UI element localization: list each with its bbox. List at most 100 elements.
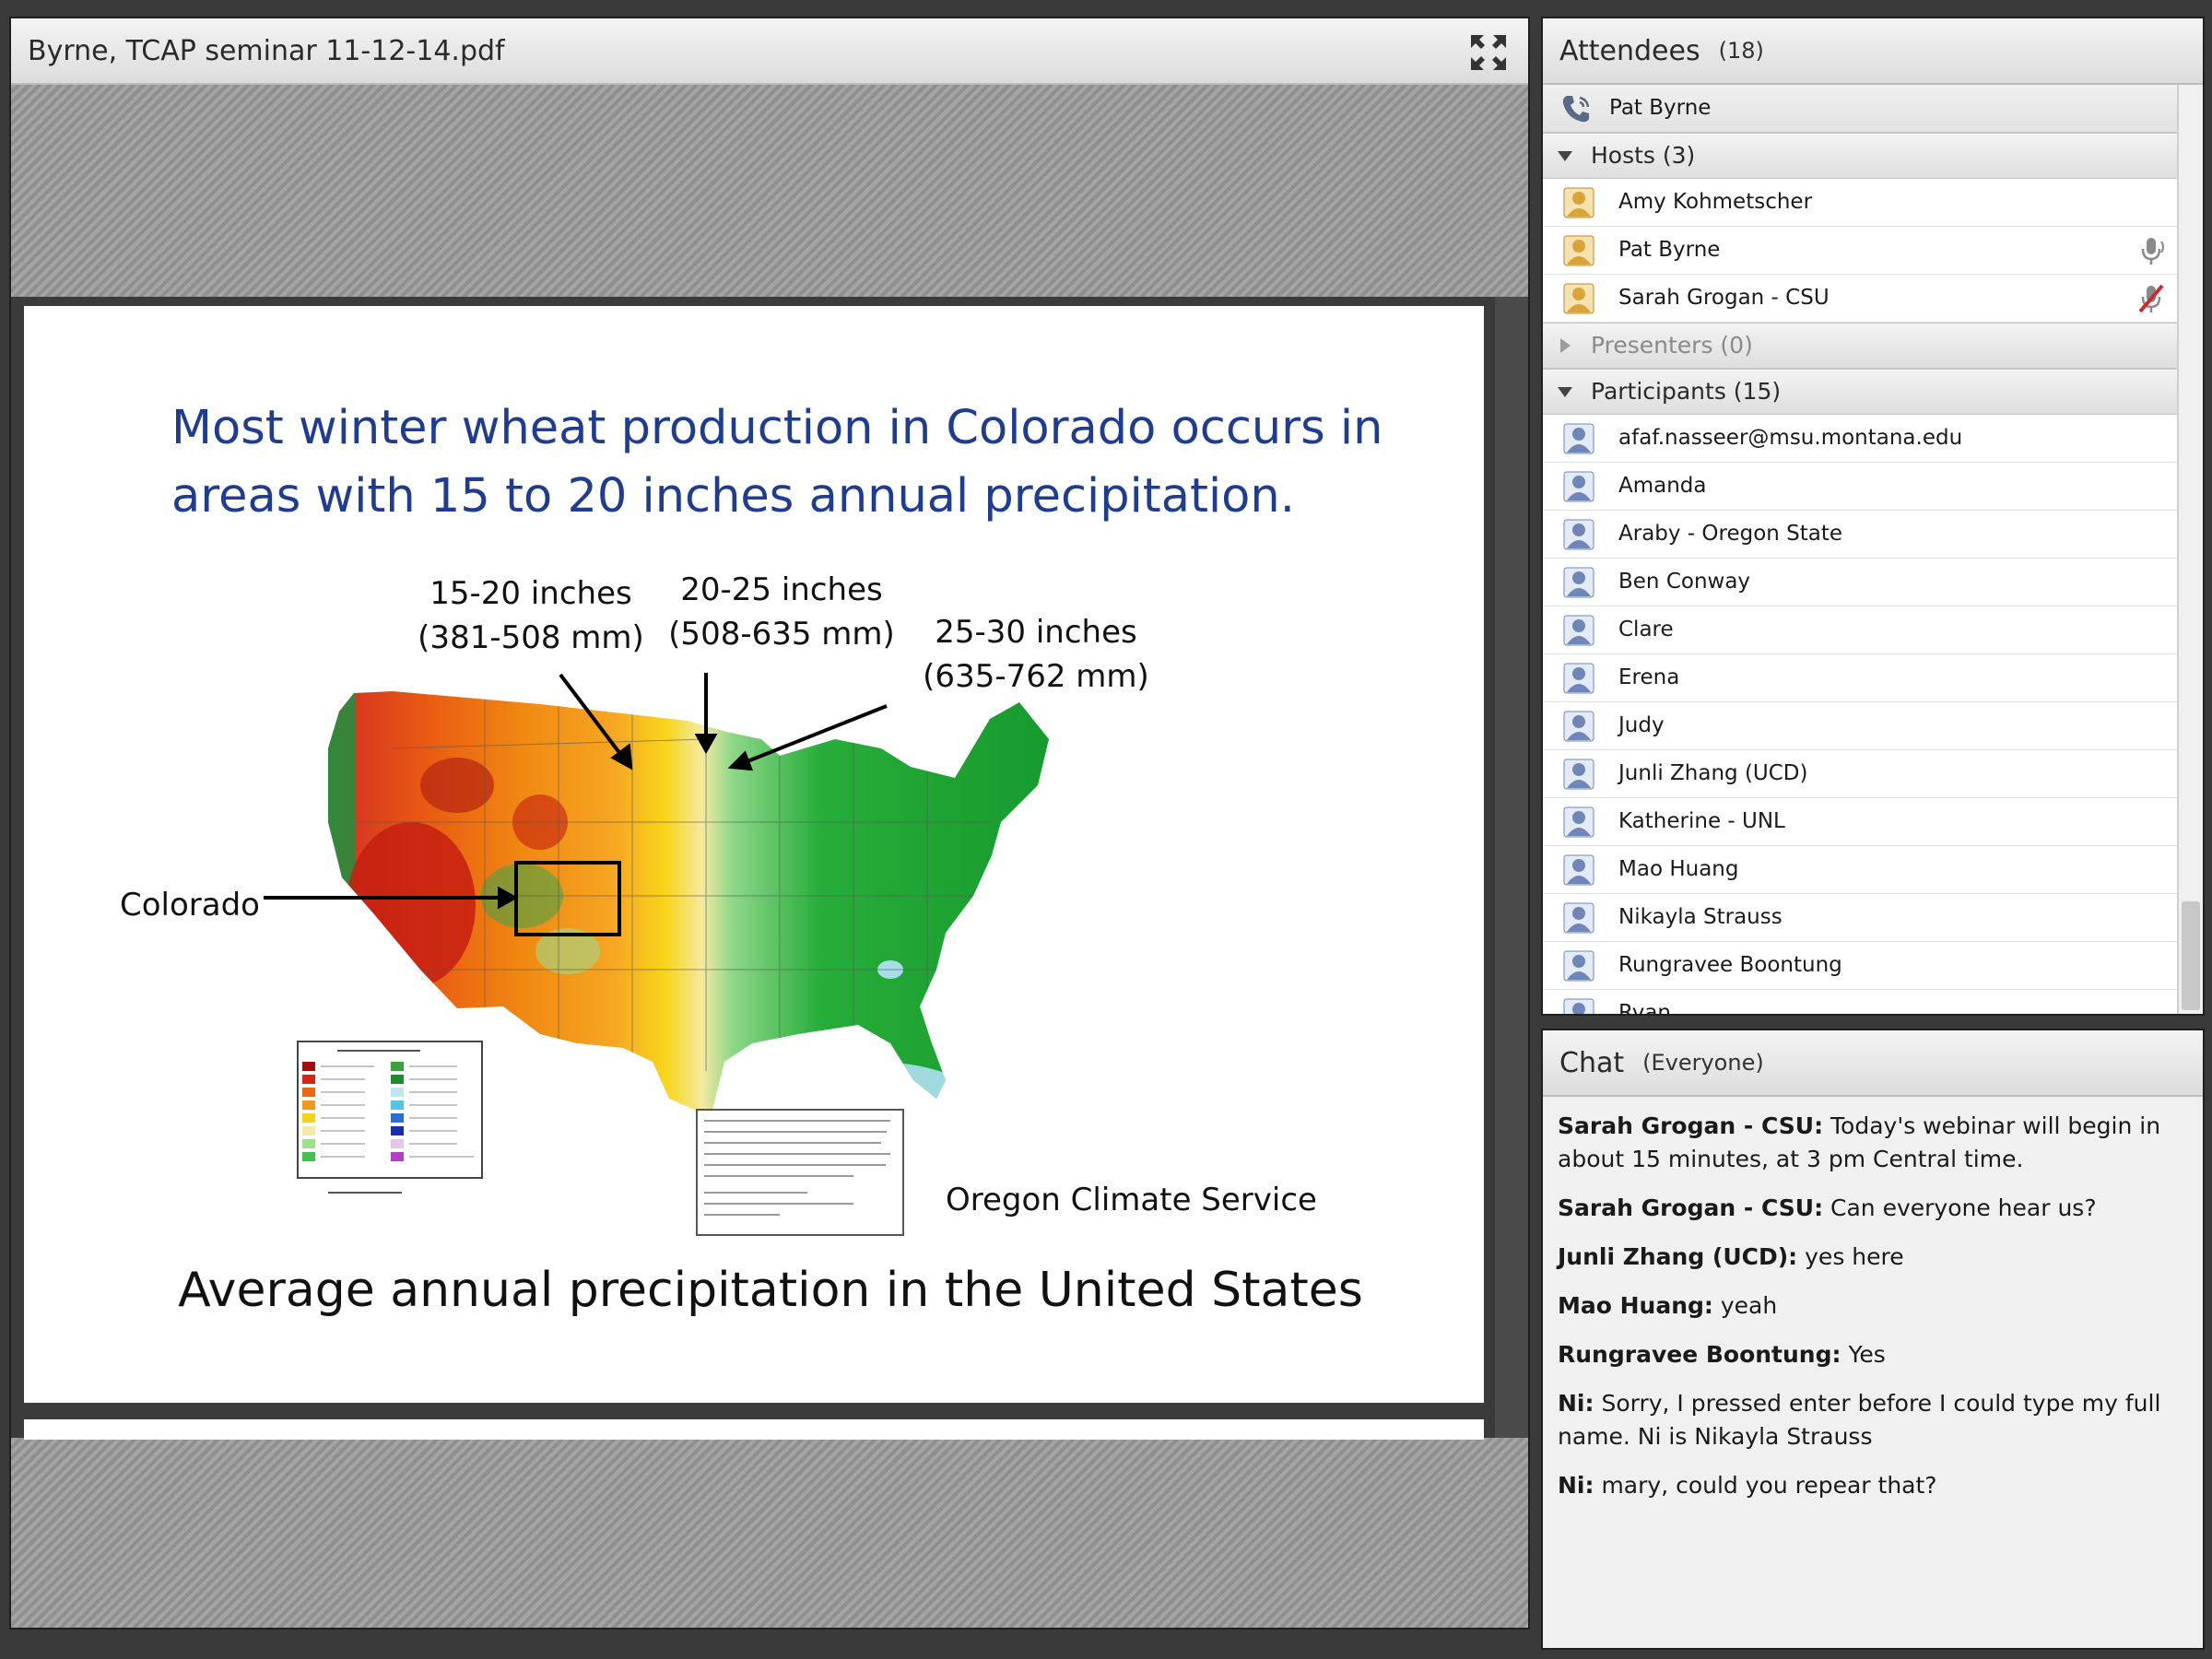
attendee-row[interactable]: Katherine - UNL <box>1543 798 2177 846</box>
attendee-row[interactable]: Amanda <box>1543 463 2177 511</box>
chat-sender: Sarah Grogan - CSU: <box>1558 1112 1824 1139</box>
chat-scope[interactable]: (Everyone) <box>1642 1050 1764 1076</box>
attendee-name: Araby - Oregon State <box>1618 522 1843 546</box>
attendee-name: afaf.nasseer@msu.montana.edu <box>1618 426 1963 450</box>
attendee-row[interactable]: Mao Huang <box>1543 846 2177 894</box>
chat-sender: Ni: <box>1558 1390 1594 1417</box>
methodology-note <box>696 1109 904 1236</box>
participant-avatar-icon <box>1563 806 1594 838</box>
attendee-name: Erena <box>1618 665 1680 689</box>
microphone-muted-icon <box>2138 284 2164 313</box>
expand-triangle-icon[interactable] <box>1556 382 1574 401</box>
attendee-name: Clare <box>1618 618 1674 641</box>
participant-avatar-icon <box>1563 567 1594 598</box>
attendee-row[interactable]: Ben Conway <box>1543 559 2177 606</box>
attendee-row[interactable]: Rungravee Boontung <box>1543 942 2177 990</box>
participant-avatar-icon <box>1563 711 1594 742</box>
chat-sender: Junli Zhang (UCD): <box>1558 1243 1798 1270</box>
participant-avatar-icon <box>1563 519 1594 550</box>
chat-sender: Rungravee Boontung: <box>1558 1341 1841 1368</box>
attendee-name: Pat Byrne <box>1618 238 1721 262</box>
chat-title: Chat <box>1559 1046 1625 1079</box>
chat-text: Sorry, I pressed enter before I could ty… <box>1558 1390 2161 1450</box>
attendee-name: Amy Kohmetscher <box>1618 190 1813 214</box>
attendee-name: Rungravee Boontung <box>1618 953 1842 977</box>
participant-avatar-icon <box>1563 902 1594 934</box>
scrollbar-thumb[interactable] <box>2182 901 2200 1010</box>
participant-avatar-icon <box>1563 950 1594 982</box>
attendees-pod-header: Attendees (18) <box>1543 18 2203 85</box>
my-name: Pat Byrne <box>1609 96 1712 120</box>
attendee-row[interactable]: Araby - Oregon State <box>1543 511 2177 559</box>
chat-text: mary, could you repear that? <box>1601 1472 1937 1499</box>
fullscreen-icon[interactable] <box>1469 33 1508 72</box>
chat-sender: Mao Huang: <box>1558 1292 1713 1319</box>
attendee-row[interactable]: Nikayla Strauss <box>1543 894 2177 942</box>
host-avatar-icon <box>1563 283 1594 314</box>
map-credit: Oregon Climate Service <box>946 1182 1317 1218</box>
attendee-name: Nikayla Strauss <box>1618 905 1783 929</box>
group-label: Hosts (3) <box>1591 142 1696 169</box>
chat-message: Mao Huang: yeah <box>1558 1289 2188 1323</box>
attendee-list: Pat Byrne Hosts (3) Amy Kohmetscher Pat … <box>1543 85 2177 1014</box>
share-pod-header: Byrne, TCAP seminar 11-12-14.pdf <box>11 18 1528 85</box>
attendee-name: Ben Conway <box>1618 570 1751 594</box>
group-participants[interactable]: Participants (15) <box>1543 369 2177 415</box>
participant-avatar-icon <box>1563 854 1594 886</box>
map-legend <box>297 1041 483 1194</box>
chat-message: Sarah Grogan - CSU: Can everyone hear us… <box>1558 1192 2188 1225</box>
next-slide-edge <box>24 1419 1484 1440</box>
slide-caption: Average annual precipitation in the Unit… <box>178 1263 1363 1318</box>
attendee-row[interactable]: Judy <box>1543 702 2177 750</box>
group-hosts[interactable]: Hosts (3) <box>1543 133 2177 179</box>
my-status-row[interactable]: Pat Byrne <box>1543 85 2177 133</box>
chat-message: Ni: mary, could you repear that? <box>1558 1469 2188 1502</box>
chat-pod-header: Chat (Everyone) <box>1543 1030 2203 1097</box>
chat-message: Rungravee Boontung: Yes <box>1558 1338 2188 1371</box>
attendee-name: Sarah Grogan - CSU <box>1618 286 1830 310</box>
presentation-slide: Most winter wheat production in Colorado… <box>24 306 1484 1403</box>
host-avatar-icon <box>1563 235 1594 266</box>
attendee-row[interactable]: Amy Kohmetscher <box>1543 179 2177 227</box>
chat-message: Junli Zhang (UCD): yes here <box>1558 1241 2188 1274</box>
collapsed-triangle-icon[interactable] <box>1556 336 1574 355</box>
group-label: Participants (15) <box>1591 378 1782 405</box>
participant-avatar-icon <box>1563 663 1594 694</box>
attendee-row[interactable]: Junli Zhang (UCD) <box>1543 750 2177 798</box>
attendee-row[interactable]: Sarah Grogan - CSU <box>1543 275 2177 323</box>
attendee-name: Ryan <box>1618 1001 1672 1016</box>
attendee-row[interactable]: Pat Byrne <box>1543 227 2177 275</box>
participant-avatar-icon <box>1563 423 1594 454</box>
chat-sender: Ni: <box>1558 1472 1594 1499</box>
participant-avatar-icon <box>1563 998 1594 1014</box>
chat-message: Ni: Sorry, I pressed enter before I coul… <box>1558 1387 2188 1453</box>
share-pod-title: Byrne, TCAP seminar 11-12-14.pdf <box>28 34 505 67</box>
share-content-area: Most winter wheat production in Colorado… <box>11 85 1528 1628</box>
expand-triangle-icon[interactable] <box>1556 147 1574 165</box>
attendee-row[interactable]: Clare <box>1543 606 2177 654</box>
attendee-name: Mao Huang <box>1618 857 1739 881</box>
attendee-row[interactable]: Ryan <box>1543 990 2177 1016</box>
chat-sender: Sarah Grogan - CSU: <box>1558 1194 1824 1221</box>
chat-message: Sarah Grogan - CSU: Today's webinar will… <box>1558 1110 2188 1176</box>
attendee-name: Amanda <box>1618 474 1707 498</box>
chat-pod: Chat (Everyone) Sarah Grogan - CSU: Toda… <box>1541 1029 2205 1650</box>
chat-messages: Sarah Grogan - CSU: Today's webinar will… <box>1543 1097 2203 1648</box>
attendee-name: Katherine - UNL <box>1618 809 1785 833</box>
chat-text: Yes <box>1848 1341 1886 1368</box>
attendee-row[interactable]: Erena <box>1543 654 2177 702</box>
group-label: Presenters (0) <box>1591 332 1753 359</box>
group-presenters[interactable]: Presenters (0) <box>1543 323 2177 369</box>
microphone-active-icon <box>2141 238 2164 265</box>
chat-text: yes here <box>1805 1243 1904 1270</box>
attendee-scrollbar[interactable] <box>2177 85 2203 1014</box>
attendee-name: Junli Zhang (UCD) <box>1618 761 1808 785</box>
attendee-name: Judy <box>1618 713 1665 737</box>
host-avatar-icon <box>1563 187 1594 218</box>
attendee-row[interactable]: afaf.nasseer@msu.montana.edu <box>1543 415 2177 463</box>
attendees-title: Attendees <box>1559 34 1700 67</box>
participant-avatar-icon <box>1563 615 1594 646</box>
participant-avatar-icon <box>1563 759 1594 790</box>
precipitation-map <box>264 673 1049 1236</box>
chat-text: yeah <box>1720 1292 1778 1319</box>
